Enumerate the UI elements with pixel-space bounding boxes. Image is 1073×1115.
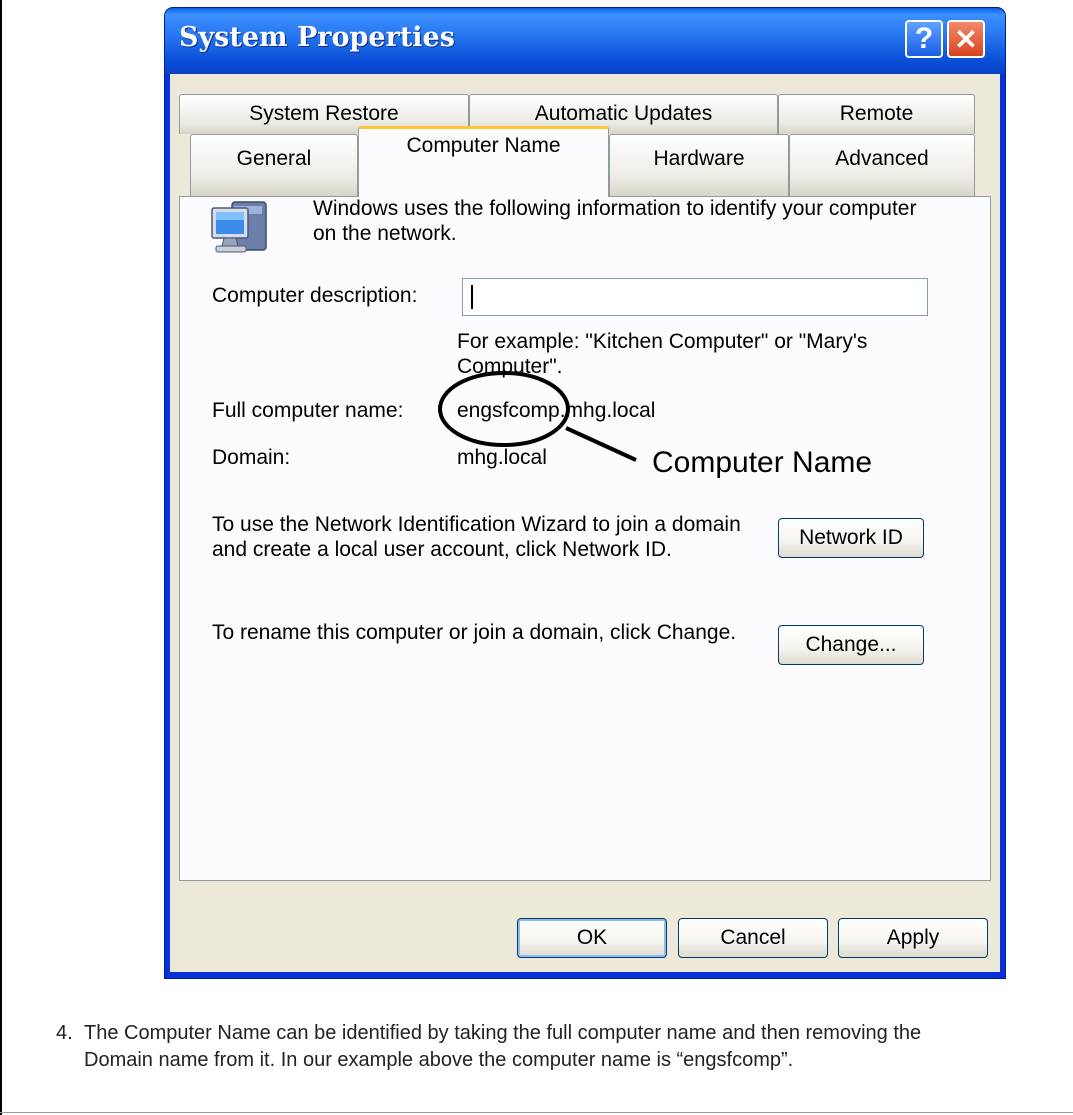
footer-step-number: 4. (56, 1022, 73, 1044)
annotation-circle (438, 371, 570, 447)
footer-step-text: The Computer Name can be identified by t… (84, 1022, 922, 1071)
footer-instruction: 4. The Computer Name can be identified b… (56, 1020, 964, 1074)
tab-computer-name[interactable]: Computer Name (358, 126, 609, 197)
annotation-pointer-line (565, 426, 637, 462)
annotation-label: Computer Name (652, 446, 873, 479)
